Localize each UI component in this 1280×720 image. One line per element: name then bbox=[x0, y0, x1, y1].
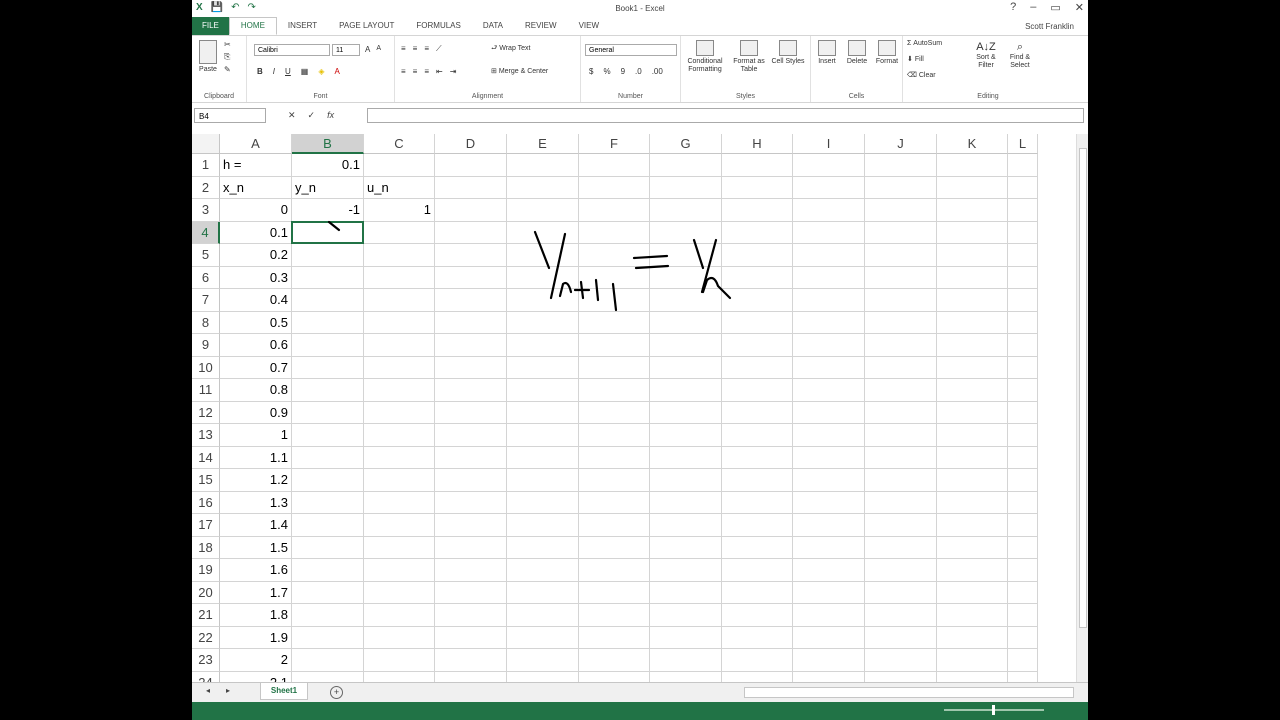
sheet-nav-arrows: ◂ ▸ bbox=[206, 686, 230, 695]
excel-window: X 💾 ↶ ↷ Book1 - Excel ? – ▭ ✕ FILE HOME IN… bbox=[192, 0, 1088, 720]
add-sheet-icon[interactable]: + bbox=[330, 686, 343, 699]
ink-stroke bbox=[700, 238, 718, 294]
status-bar bbox=[192, 702, 1088, 720]
ink-stroke bbox=[573, 280, 591, 300]
zoom-thumb[interactable] bbox=[992, 705, 995, 715]
vertical-scroll-thumb[interactable] bbox=[1079, 148, 1087, 628]
ink-stroke bbox=[692, 238, 705, 270]
ink-stroke bbox=[594, 278, 600, 302]
vertical-scrollbar[interactable] bbox=[1076, 134, 1088, 682]
sheet-tab-bar: ◂ ▸ Sheet1 + bbox=[192, 682, 1088, 703]
ink-stroke bbox=[327, 220, 341, 232]
ink-stroke bbox=[558, 281, 573, 298]
horizontal-scrollbar[interactable] bbox=[744, 687, 1074, 698]
ink-stroke bbox=[611, 282, 618, 312]
zoom-slider[interactable] bbox=[944, 705, 1044, 715]
ink-stroke bbox=[632, 254, 670, 270]
prev-sheet-icon[interactable]: ◂ bbox=[206, 686, 210, 695]
sheet-tab[interactable]: Sheet1 bbox=[260, 683, 308, 700]
ink-stroke bbox=[533, 230, 551, 270]
handwritten-annotation bbox=[327, 220, 732, 312]
ink-stroke bbox=[701, 276, 732, 300]
next-sheet-icon[interactable]: ▸ bbox=[226, 686, 230, 695]
